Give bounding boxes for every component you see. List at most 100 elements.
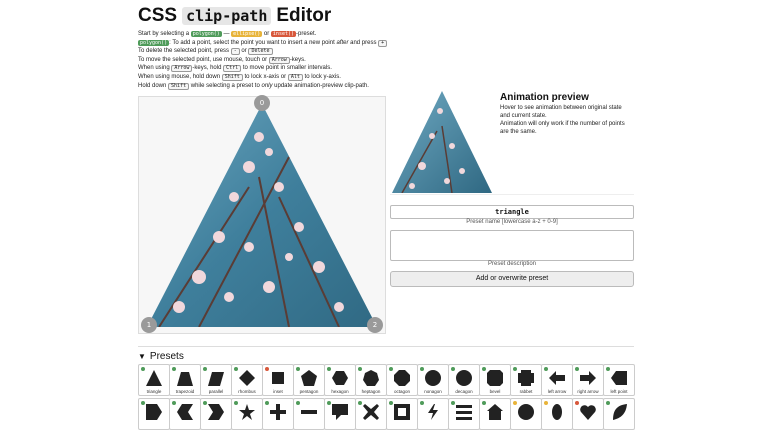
left-point-icon [611, 371, 627, 385]
preset-label: nonagon [424, 389, 442, 394]
preset-nonagon[interactable]: nonagon [417, 364, 449, 396]
preset-right-arrow[interactable]: right arrow [572, 364, 604, 396]
preset-tile[interactable] [138, 398, 170, 430]
intro-text: to move point in smaller intervals. [242, 65, 332, 72]
preset-rabbet[interactable]: rabbet [510, 364, 542, 396]
preset-left-point[interactable]: left point [603, 364, 635, 396]
status-dot [575, 401, 579, 405]
title-prefix: CSS [138, 5, 178, 26]
preset-tile[interactable] [572, 398, 604, 430]
minus-icon [301, 410, 317, 414]
octagon-icon [394, 370, 410, 386]
clip-path-editor[interactable]: 0 1 2 [138, 95, 386, 334]
intro-text: Start by selecting a [138, 31, 190, 37]
heptagon-icon [363, 370, 379, 386]
polygon-pill: polygon() [138, 39, 170, 46]
preset-label: rhombus [238, 389, 256, 394]
preset-label: inset [273, 389, 283, 394]
house-icon [487, 404, 503, 420]
preset-description-input[interactable] [390, 230, 634, 261]
preset-left-arrow[interactable]: left arrow [541, 364, 573, 396]
status-dot [420, 367, 424, 371]
intro-emphasis: after [336, 39, 349, 46]
add-preset-button[interactable]: Add or overwrite preset [390, 271, 634, 287]
preset-decagon[interactable]: decagon [448, 364, 480, 396]
point-handle-0[interactable]: 0 [254, 95, 270, 111]
preset-parallel[interactable]: parallel [200, 364, 232, 396]
status-dot [172, 401, 176, 405]
intro-text: : To add a point, select the point you w… [169, 39, 335, 46]
shift-key: Shift [221, 73, 243, 81]
preview-desc-line: Animation will only work if the number o… [500, 121, 625, 135]
preset-heptagon[interactable]: heptagon [355, 364, 387, 396]
preset-tile[interactable] [293, 398, 325, 430]
frame-icon [394, 404, 410, 420]
preset-tile[interactable] [510, 398, 542, 430]
intro-text: or [241, 48, 247, 55]
status-dot [358, 401, 362, 405]
preset-label: decagon [455, 389, 473, 394]
page-title: CSS clip-path Editor [138, 5, 331, 27]
delete-key: Delete [248, 48, 273, 56]
preset-label: pentagon [299, 389, 319, 394]
status-dot [544, 401, 548, 405]
message-icon [332, 404, 348, 420]
status-dot [358, 367, 362, 371]
status-dot [513, 367, 517, 371]
star-icon [239, 404, 255, 420]
alt-key: Alt [287, 73, 303, 81]
preset-tile[interactable] [200, 398, 232, 430]
bolt-icon [428, 404, 438, 420]
preset-inset[interactable]: inset [262, 364, 294, 396]
preset-label: left point [610, 389, 628, 394]
status-dot [296, 367, 300, 371]
intro-emphasis: only [261, 82, 273, 89]
intro-text: -preset. [296, 31, 317, 37]
arrow-key: Arrow [268, 56, 290, 64]
preview-title: Animation preview [500, 92, 589, 103]
preset-tile[interactable] [603, 398, 635, 430]
preset-pentagon[interactable]: pentagon [293, 364, 325, 396]
preset-octagon[interactable]: octagon [386, 364, 418, 396]
intro-text: update animation-preview clip-path. [274, 82, 369, 89]
instructions: Start by selecting a polygon() — ellipse… [138, 30, 558, 90]
point-handle-1[interactable]: 1 [141, 317, 157, 333]
preset-tile[interactable] [355, 398, 387, 430]
status-dot [234, 367, 238, 371]
preset-label: octagon [393, 389, 410, 394]
preset-rhombus[interactable]: rhombus [231, 364, 263, 396]
parallelogram-icon [208, 372, 224, 386]
preset-hexagon[interactable]: hexagon [324, 364, 356, 396]
intro-text: while selecting a preset to [190, 82, 260, 89]
circle-icon [518, 404, 534, 420]
preset-tile[interactable] [448, 398, 480, 430]
preset-label: bevel [489, 389, 501, 394]
status-dot [544, 367, 548, 371]
shift-key: Shift [168, 82, 190, 90]
preset-trapezoid[interactable]: trapezoid [169, 364, 201, 396]
right-point-icon [146, 404, 162, 420]
preset-label: rabbet [519, 389, 533, 394]
preset-tile[interactable] [231, 398, 263, 430]
preset-tile[interactable] [169, 398, 201, 430]
presets-toggle[interactable]: ▼ Presets [138, 351, 184, 362]
animation-preview[interactable] [392, 91, 492, 198]
preset-tile[interactable] [386, 398, 418, 430]
preset-tile[interactable] [324, 398, 356, 430]
preset-tile[interactable] [541, 398, 573, 430]
preset-tile[interactable] [417, 398, 449, 430]
square-icon [272, 372, 284, 384]
preset-name-input[interactable]: triangle [390, 205, 634, 219]
intro-text: to lock y-axis. [304, 73, 341, 80]
preset-tile[interactable] [262, 398, 294, 430]
point-handle-2[interactable]: 2 [367, 317, 383, 333]
preset-triangle[interactable]: triangle [138, 364, 170, 396]
preset-bevel[interactable]: bevel [479, 364, 511, 396]
status-dot [420, 401, 424, 405]
status-dot [203, 401, 207, 405]
ellipse-pill: ellipse() [231, 31, 263, 37]
preset-description-hint: Preset description [487, 261, 537, 267]
preset-tile[interactable] [479, 398, 511, 430]
intro-text: To delete the selected point, press [138, 48, 230, 55]
caret-down-icon: ▼ [138, 352, 146, 361]
